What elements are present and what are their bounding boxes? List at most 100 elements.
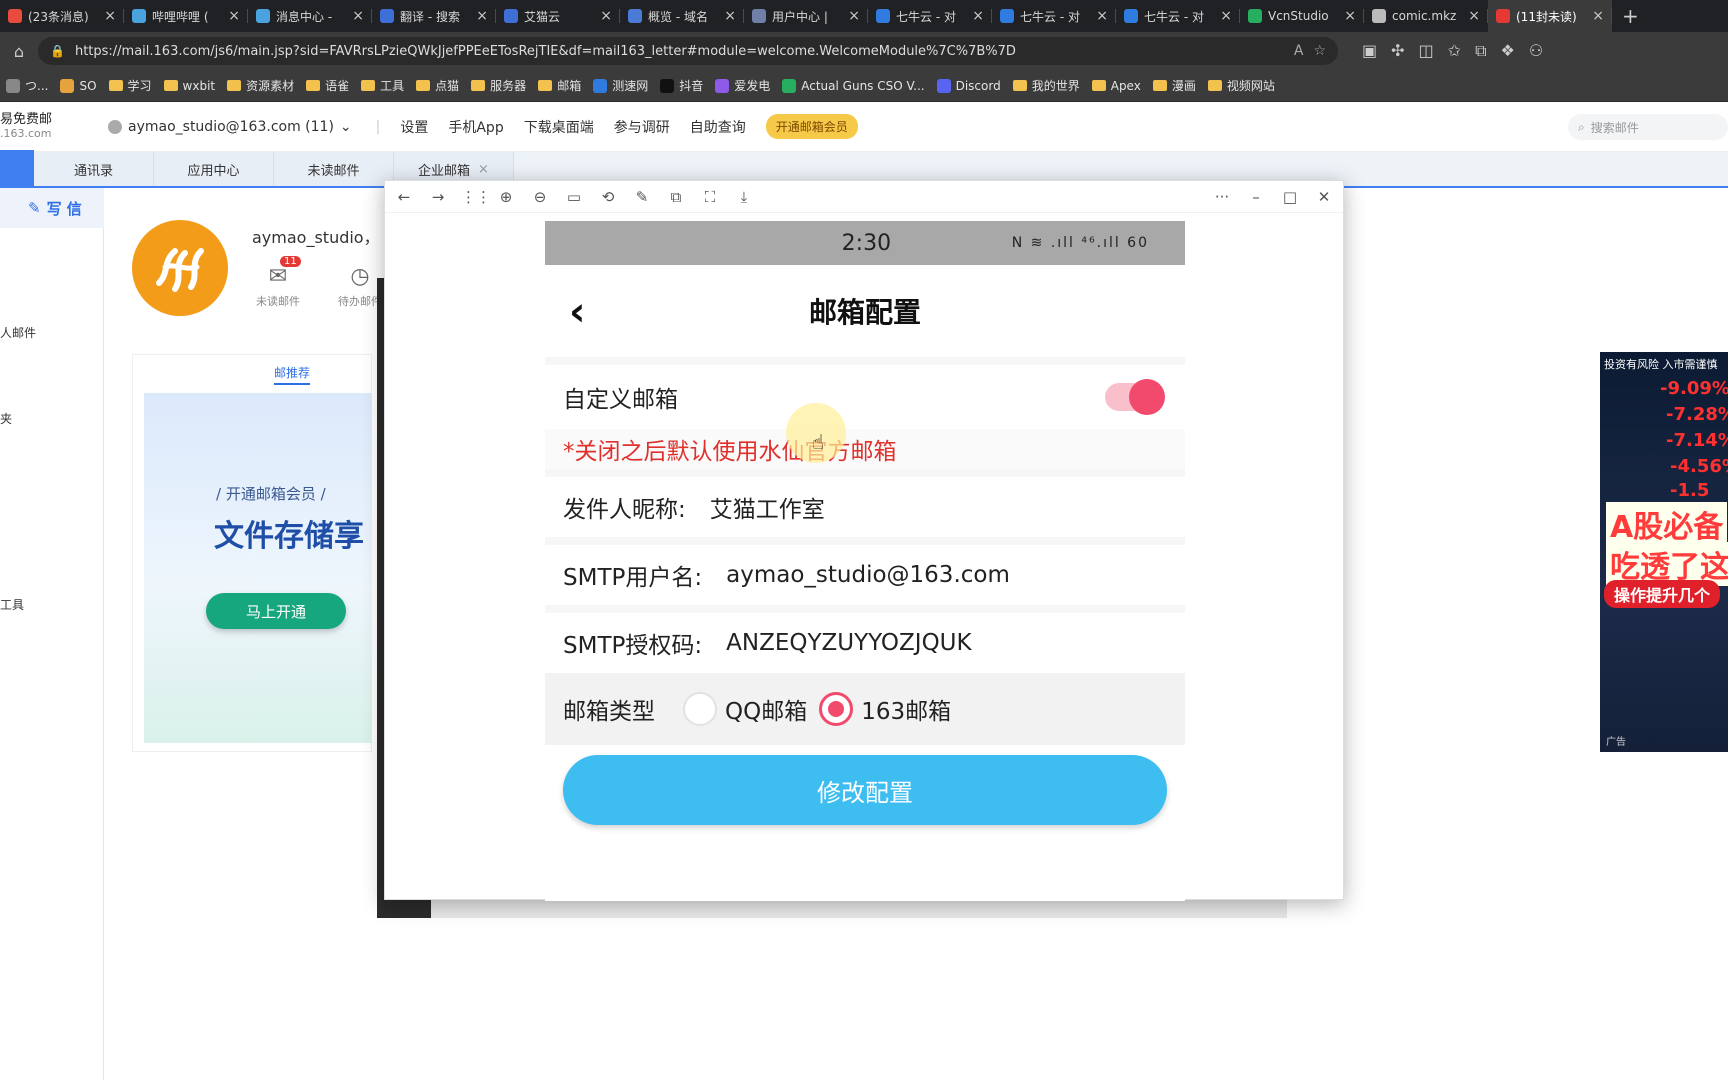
- tab-recommend[interactable]: 邮推荐: [274, 364, 311, 385]
- copy-icon[interactable]: ⧉: [665, 188, 687, 206]
- bookmark-item[interactable]: 爱发电: [715, 77, 770, 94]
- browser-tab[interactable]: 七牛云 - 对 ×: [992, 0, 1116, 32]
- sidebar-item-mail[interactable]: 人邮件: [0, 324, 36, 341]
- sender-field[interactable]: 艾猫工作室: [710, 490, 825, 524]
- open-now-button[interactable]: 马上开通: [206, 593, 346, 629]
- fullscreen-icon[interactable]: ⛶: [699, 188, 721, 206]
- browser-tab[interactable]: (11封未读) ×: [1488, 0, 1612, 32]
- browser-tab[interactable]: 艾猫云 ×: [496, 0, 620, 32]
- prev-arrow-icon[interactable]: ←: [393, 188, 415, 206]
- close-icon[interactable]: ×: [478, 162, 489, 177]
- link-mobile-app[interactable]: 手机App: [448, 117, 503, 137]
- rotate-icon[interactable]: ⟲: [597, 188, 619, 206]
- performance-icon[interactable]: ❖: [1501, 41, 1515, 61]
- sidebar-item-folder[interactable]: 夹: [0, 410, 12, 427]
- vip-banner[interactable]: / 开通邮箱会员 / 文件存储享 马上开通: [144, 393, 372, 743]
- unread-mail-shortcut[interactable]: ✉ 11 未读邮件: [248, 256, 308, 309]
- link-survey[interactable]: 参与调研: [614, 117, 670, 137]
- grid-icon[interactable]: ⋮⋮: [461, 188, 491, 206]
- home-icon[interactable]: ⌂: [0, 42, 38, 61]
- bookmark-item[interactable]: 服务器: [471, 77, 526, 94]
- avatar[interactable]: [132, 220, 228, 316]
- radio-option-qq[interactable]: QQ邮箱: [683, 692, 807, 726]
- split-screen-icon[interactable]: ◫: [1419, 41, 1434, 61]
- bookmark-item[interactable]: 抖音: [660, 77, 703, 94]
- tab-app-center[interactable]: 应用中心: [154, 152, 274, 186]
- bookmark-item[interactable]: 学习: [108, 77, 152, 94]
- tab-home[interactable]: [0, 150, 34, 186]
- close-tab-icon[interactable]: ×: [724, 8, 736, 24]
- tab-unread[interactable]: 未读邮件: [274, 152, 394, 186]
- link-self-service[interactable]: 自助查询: [690, 117, 746, 137]
- more-icon[interactable]: ···: [1211, 188, 1233, 206]
- extension-icon[interactable]: ▣: [1362, 41, 1377, 61]
- close-icon[interactable]: ✕: [1313, 188, 1335, 206]
- browser-tab[interactable]: VcnStudio ×: [1240, 0, 1364, 32]
- minimize-icon[interactable]: –: [1245, 188, 1267, 206]
- lock-icon[interactable]: 🔒: [50, 44, 65, 58]
- sidebar-item-tools[interactable]: 工具: [0, 596, 24, 613]
- stock-ad[interactable]: 投资有风险 入市需谨慎 -9.09% -7.28% -7.14% -4.56% …: [1600, 352, 1728, 752]
- compose-button[interactable]: ✎ 写 信: [0, 188, 104, 228]
- bookmark-item[interactable]: Discord: [936, 78, 1001, 93]
- new-tab-button[interactable]: +: [1612, 4, 1649, 28]
- bookmark-item[interactable]: Actual Guns CSO V...: [782, 78, 925, 93]
- collections-icon[interactable]: ⧉: [1475, 41, 1486, 61]
- smtp-code-field[interactable]: ANZEQYZUYYOZJQUK: [726, 630, 971, 656]
- bookmark-item[interactable]: wxbit: [163, 79, 215, 93]
- close-tab-icon[interactable]: ×: [1592, 8, 1604, 24]
- profile-icon[interactable]: ⚇: [1529, 41, 1543, 61]
- browser-tab[interactable]: 七牛云 - 对 ×: [868, 0, 992, 32]
- smtp-user-field[interactable]: aymao_studio@163.com: [726, 562, 1010, 588]
- back-arrow-icon[interactable]: ‹: [569, 289, 585, 335]
- download-icon[interactable]: ⤓: [733, 188, 755, 206]
- vip-button[interactable]: 开通邮箱会员: [765, 114, 858, 139]
- close-tab-icon[interactable]: ×: [352, 8, 364, 24]
- browser-tab[interactable]: 概览 - 域名 ×: [620, 0, 744, 32]
- link-desktop[interactable]: 下载桌面端: [524, 117, 594, 137]
- bookmark-item[interactable]: 视频网站: [1207, 77, 1275, 94]
- search-mail-input[interactable]: ⌕ 搜索邮件: [1568, 114, 1728, 140]
- account-switcher[interactable]: aymao_studio@163.com (11) ⌄: [108, 119, 352, 135]
- tab-contacts[interactable]: 通讯录: [34, 152, 154, 186]
- close-tab-icon[interactable]: ×: [972, 8, 984, 24]
- close-tab-icon[interactable]: ×: [476, 8, 488, 24]
- bookmark-item[interactable]: つ...: [6, 77, 48, 94]
- browser-tab[interactable]: comic.mkz ×: [1364, 0, 1488, 32]
- bookmark-item[interactable]: 漫画: [1152, 77, 1196, 94]
- close-tab-icon[interactable]: ×: [1344, 8, 1356, 24]
- radio-option-163[interactable]: 163邮箱: [819, 692, 951, 726]
- bookmark-item[interactable]: 资源素材: [227, 77, 294, 94]
- address-bar[interactable]: 🔒 https://mail.163.com/js6/main.jsp?sid=…: [38, 37, 1338, 65]
- link-settings[interactable]: 设置: [400, 117, 428, 137]
- modify-config-button[interactable]: 修改配置: [563, 755, 1167, 825]
- next-arrow-icon[interactable]: →: [427, 188, 449, 206]
- bookmark-item[interactable]: 邮箱: [538, 77, 581, 94]
- close-tab-icon[interactable]: ×: [104, 8, 116, 24]
- close-tab-icon[interactable]: ×: [1220, 8, 1232, 24]
- radio-163[interactable]: [819, 692, 854, 726]
- mail-logo[interactable]: 易免费邮 .163.com: [0, 112, 100, 139]
- favorite-star-icon[interactable]: ☆: [1313, 43, 1326, 59]
- bookmark-item[interactable]: SO: [60, 78, 97, 93]
- browser-tab[interactable]: (23条消息) ×: [0, 0, 124, 32]
- browser-tab[interactable]: 七牛云 - 对 ×: [1116, 0, 1240, 32]
- url-text[interactable]: https://mail.163.com/js6/main.jsp?sid=FA…: [75, 44, 1284, 59]
- browser-tab[interactable]: 翻译 - 搜索 ×: [372, 0, 496, 32]
- browser-tab[interactable]: 用户中心 | ×: [744, 0, 868, 32]
- bookmark-item[interactable]: 测速网: [593, 77, 648, 94]
- bookmark-item[interactable]: 点猫: [416, 77, 459, 94]
- custom-mailbox-toggle[interactable]: [1105, 379, 1165, 415]
- close-tab-icon[interactable]: ×: [1096, 8, 1108, 24]
- maximize-icon[interactable]: □: [1279, 188, 1301, 206]
- radio-qq[interactable]: [683, 692, 717, 726]
- bookmark-item[interactable]: Apex: [1091, 79, 1141, 93]
- close-tab-icon[interactable]: ×: [1468, 8, 1480, 24]
- zoom-out-icon[interactable]: ⊖: [529, 188, 551, 206]
- browser-tab[interactable]: 哔哩哔哩 (×: [124, 0, 248, 32]
- bookmark-item[interactable]: 工具: [361, 77, 404, 94]
- read-aloud-icon[interactable]: A: [1294, 43, 1304, 59]
- bookmark-item[interactable]: 语雀: [306, 77, 349, 94]
- favorites-icon[interactable]: ✩: [1448, 41, 1461, 61]
- edit-icon[interactable]: ✎: [631, 188, 653, 206]
